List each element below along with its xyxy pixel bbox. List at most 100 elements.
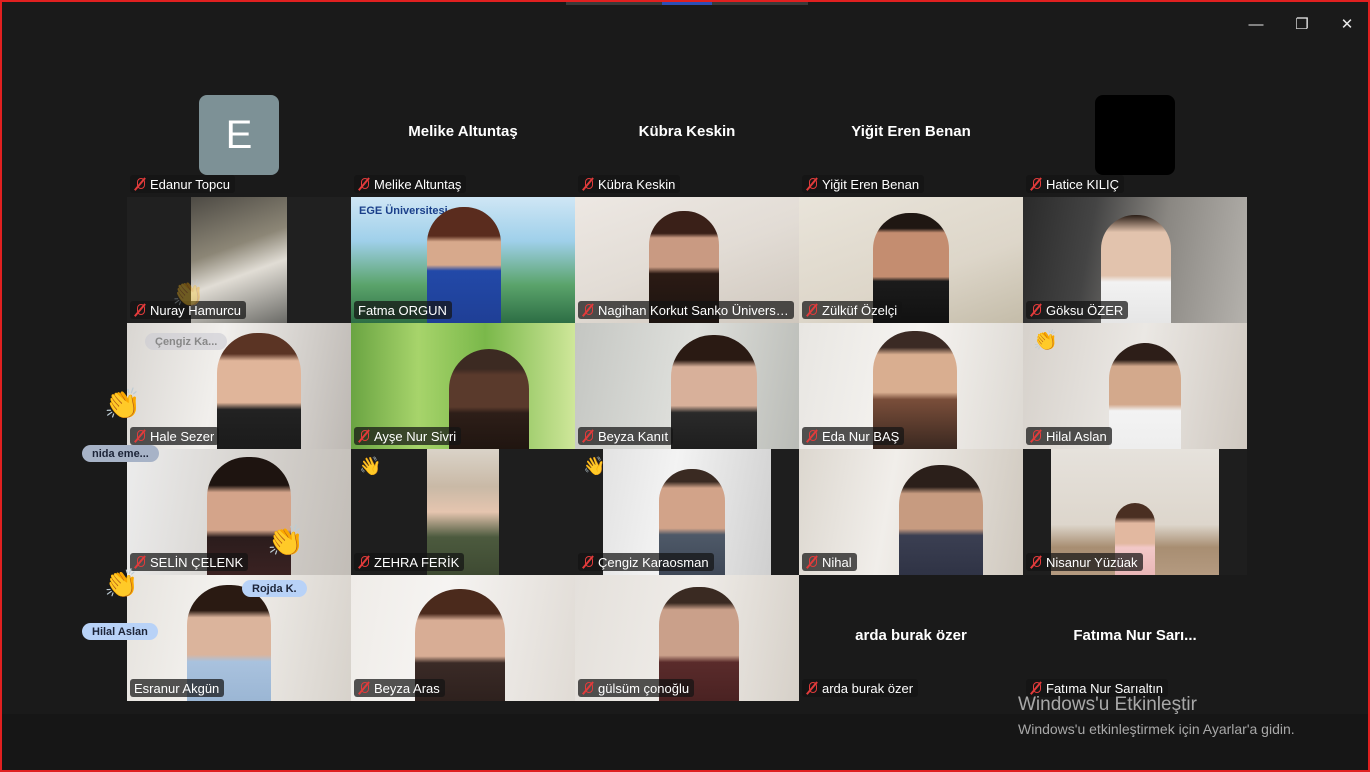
restore-button[interactable]: ❐ <box>1282 10 1322 38</box>
participant-tile-nisanur[interactable]: Nisanur Yüzüak <box>1023 449 1247 575</box>
mic-muted-icon <box>358 429 370 443</box>
participant-tile-edanur[interactable]: E Edanur Topcu <box>127 71 351 197</box>
participant-tile-zulkuf[interactable]: Zülküf Özelçi <box>799 197 1023 323</box>
participant-name: Zülküf Özelçi <box>802 301 903 319</box>
title-bar: — ❐ ✕ <box>2 2 1368 48</box>
mic-muted-icon <box>1030 429 1042 443</box>
participant-name: Yiğit Eren Benan <box>802 175 925 193</box>
clap-reaction-icon: 👏 <box>104 568 139 599</box>
mic-muted-icon <box>134 303 146 317</box>
reaction-name-pill: Çengiz Ka... <box>145 333 228 350</box>
mic-muted-icon <box>806 555 818 569</box>
participant-name: Ayşe Nur Sivri <box>354 427 462 445</box>
participant-name: Göksu ÖZER <box>1026 301 1129 319</box>
participant-figure <box>899 465 983 575</box>
raised-hand-icon: 👏 <box>1033 330 1058 352</box>
mic-muted-icon <box>806 303 818 317</box>
participant-gallery: E Edanur Topcu Melike Altuntaş Melike Al… <box>127 71 1247 701</box>
clap-reaction-icon: 👏 <box>267 525 305 558</box>
reaction-name-pill: Rojda K. <box>242 580 307 597</box>
top-share-indicator[interactable] <box>566 2 808 5</box>
mic-muted-icon <box>1030 177 1042 191</box>
participant-tile-kubra[interactable]: Kübra Keskin Kübra Keskin <box>575 71 799 197</box>
participant-tile-fatima[interactable]: Fatıma Nur Sarı... Fatıma Nur Sarıaltın <box>1023 575 1247 701</box>
participant-tile-hilal[interactable]: 👏 Hilal Aslan <box>1023 323 1247 449</box>
participant-name: Hilal Aslan <box>1026 427 1112 445</box>
participant-tile-arda[interactable]: arda burak özer arda burak özer <box>799 575 1023 701</box>
participant-name: Hatice KILIÇ <box>1026 175 1124 193</box>
mic-muted-icon <box>806 177 818 191</box>
participant-tile-yigit[interactable]: Yiğit Eren Benan Yiğit Eren Benan <box>799 71 1023 197</box>
mic-muted-icon <box>134 429 146 443</box>
mic-muted-icon <box>1030 681 1042 695</box>
wave-reaction-icon: 👋 <box>583 456 606 476</box>
avatar: E <box>199 95 279 175</box>
participant-display-name: arda burak özer <box>855 627 967 644</box>
participant-name: Nagihan Korkut Sanko Üniversit... <box>578 301 794 319</box>
mic-muted-icon <box>582 303 594 317</box>
reaction-name-pill: Hilal Aslan <box>82 623 158 640</box>
avatar <box>1095 95 1175 175</box>
participant-tile-nihal[interactable]: Nihal <box>799 449 1023 575</box>
virtual-background-logo: EGE Üniversitesi <box>359 205 448 217</box>
mic-muted-icon <box>134 555 146 569</box>
mic-muted-icon <box>582 681 594 695</box>
close-button[interactable]: ✕ <box>1327 10 1367 38</box>
participant-tile-gulsum[interactable]: gülsüm çonoğlu <box>575 575 799 701</box>
reaction-name-pill: nida eme... <box>82 445 159 462</box>
watermark-subtitle: Windows'u etkinleştirmek için Ayarlar'a … <box>1018 721 1295 737</box>
participant-name: Kübra Keskin <box>578 175 681 193</box>
participant-figure <box>671 335 757 449</box>
mic-muted-icon <box>806 681 818 695</box>
participant-name: Beyza Kanıt <box>578 427 674 445</box>
mic-muted-icon <box>358 555 370 569</box>
participant-tile-beyza-k[interactable]: Beyza Kanıt <box>575 323 799 449</box>
mic-muted-icon <box>582 555 594 569</box>
watermark-title: Windows'u Etkinleştir <box>1018 694 1197 715</box>
meeting-window: — ❐ ✕ E Edanur Topcu Melike Altuntaş Mel… <box>0 0 1370 772</box>
mic-muted-icon <box>134 177 146 191</box>
mic-muted-icon <box>582 429 594 443</box>
participant-tile-cengiz[interactable]: 👋 Çengiz Karaosman <box>575 449 799 575</box>
participant-name: Edanur Topcu <box>130 175 235 193</box>
participant-display-name: Fatıma Nur Sarı... <box>1073 627 1197 644</box>
mic-muted-icon <box>1030 555 1042 569</box>
windows-activation-watermark: Windows'u Etkinleştir Windows'u etkinleş… <box>1018 694 1295 737</box>
participant-figure <box>217 333 301 449</box>
participant-tile-goksu[interactable]: Göksu ÖZER <box>1023 197 1247 323</box>
mic-muted-icon <box>806 429 818 443</box>
participant-display-name: Yiğit Eren Benan <box>851 123 971 140</box>
participant-name: Hale Sezer <box>130 427 220 445</box>
mic-muted-icon <box>358 681 370 695</box>
minimize-button[interactable]: — <box>1236 10 1276 38</box>
participant-tile-melike[interactable]: Melike Altuntaş Melike Altuntaş <box>351 71 575 197</box>
participant-name: Beyza Aras <box>354 679 445 697</box>
participant-display-name: Kübra Keskin <box>638 123 736 140</box>
participant-tile-nuray[interactable]: Nuray Hamurcu <box>127 197 351 323</box>
participant-tile-selin[interactable]: 👏 SELİN ÇELENK <box>127 449 351 575</box>
mic-muted-icon <box>582 177 594 191</box>
participant-tile-beyza-a[interactable]: Beyza Aras <box>351 575 575 701</box>
wave-reaction-icon: 👋 <box>359 456 382 476</box>
participant-name: ZEHRA FERİK <box>354 553 465 571</box>
participant-name: Fatma ORGUN <box>354 301 452 319</box>
participant-tile-nagihan[interactable]: Nagihan Korkut Sanko Üniversit... <box>575 197 799 323</box>
participant-name: gülsüm çonoğlu <box>578 679 695 697</box>
participant-name: arda burak özer <box>802 679 919 697</box>
participant-name: Nisanur Yüzüak <box>1026 553 1143 571</box>
participant-name: Melike Altuntaş <box>354 175 467 193</box>
mic-muted-icon <box>358 177 370 191</box>
participant-tile-zehra[interactable]: 👋 ZEHRA FERİK <box>351 449 575 575</box>
participant-tile-esranur[interactable]: Esranur Akgün <box>127 575 351 701</box>
clap-reaction-icon: 👏 <box>172 278 205 308</box>
participant-tile-hatice[interactable]: Hatice KILIÇ <box>1023 71 1247 197</box>
participant-tile-hale[interactable]: Çengiz Ka... Hale Sezer <box>127 323 351 449</box>
participant-name: Çengiz Karaosman <box>578 553 714 571</box>
participant-name: SELİN ÇELENK <box>130 553 249 571</box>
participant-tile-eda[interactable]: Eda Nur BAŞ <box>799 323 1023 449</box>
participant-tile-ayse[interactable]: Ayşe Nur Sivri <box>351 323 575 449</box>
participant-name: Esranur Akgün <box>130 679 225 697</box>
participant-figure <box>1109 343 1181 449</box>
participant-tile-fatma[interactable]: EGE Üniversitesi Fatma ORGUN <box>351 197 575 323</box>
mic-muted-icon <box>1030 303 1042 317</box>
